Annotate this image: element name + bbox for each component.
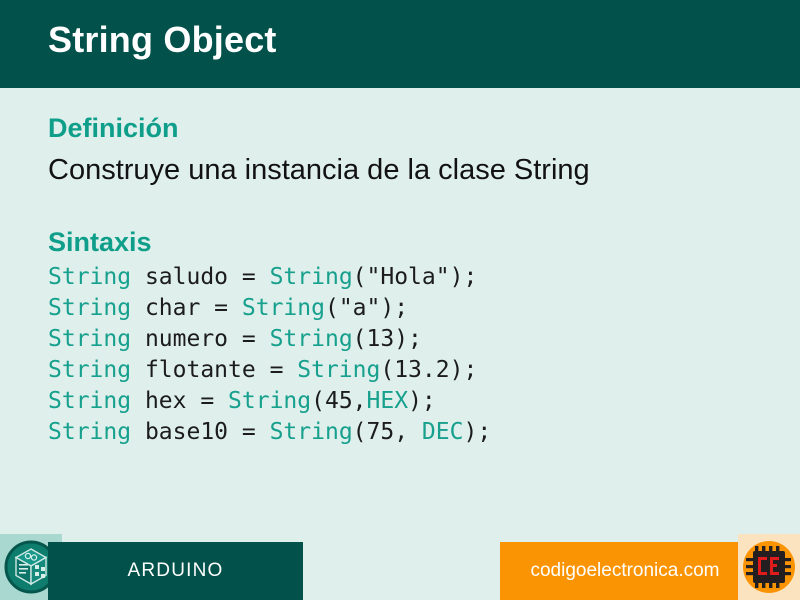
code-keyword: String xyxy=(228,388,312,414)
code-text: (45, xyxy=(311,388,367,414)
code-text: ); xyxy=(408,388,436,414)
code-text: numero = xyxy=(131,326,270,352)
code-keyword: String xyxy=(48,419,132,445)
arduino-footer-label: ARDUINO xyxy=(127,560,224,581)
code-keyword: String xyxy=(241,295,325,321)
code-line: String base10 = String(75, DEC); xyxy=(48,417,778,448)
code-text: ("a"); xyxy=(324,295,409,321)
code-keyword: String xyxy=(48,388,132,414)
syntax-heading: Sintaxis xyxy=(48,227,152,257)
slide-content: Definición Construye una instancia de la… xyxy=(48,110,778,448)
definition-heading: Definición xyxy=(48,113,179,143)
code-text: (13.2); xyxy=(380,357,478,383)
code-block: String saludo = String("Hola"); String ch… xyxy=(48,262,778,448)
code-line: String numero = String(13); xyxy=(48,324,778,355)
slide: String Object Definición Construye una i… xyxy=(0,0,800,600)
codigoelectronica-chip-logo-icon xyxy=(743,541,795,593)
code-line: String saludo = String("Hola"); xyxy=(48,262,778,293)
code-text: (13); xyxy=(352,326,422,352)
code-keyword: String xyxy=(269,419,353,445)
code-keyword: HEX xyxy=(366,388,409,414)
code-keyword: String xyxy=(48,357,132,383)
site-footer-label: codigoelectronica.com xyxy=(530,560,720,581)
definition-text: Construye una instancia de la clase Stri… xyxy=(48,154,590,186)
arduino-footer-bar: ARDUINO xyxy=(48,542,303,600)
code-line: String char = String("a"); xyxy=(48,293,778,324)
code-text: ); xyxy=(463,419,492,445)
code-text: base10 = xyxy=(131,419,270,445)
code-text: ("Hola"); xyxy=(352,264,478,290)
code-keyword: String xyxy=(48,295,132,321)
site-logo-badge xyxy=(738,534,800,600)
code-text: saludo = xyxy=(131,264,270,290)
site-footer-bar[interactable]: codigoelectronica.com xyxy=(500,542,750,600)
code-text: hex = xyxy=(131,388,229,414)
code-text: char = xyxy=(131,295,242,321)
code-keyword: String xyxy=(269,326,353,352)
code-keyword: String xyxy=(269,264,353,290)
code-text: (75, xyxy=(352,419,422,445)
code-line: String flotante = String(13.2); xyxy=(48,355,778,386)
code-keyword: String xyxy=(297,357,381,383)
code-text: flotante = xyxy=(131,357,298,383)
code-keyword: String xyxy=(48,326,132,352)
page-title: String Object xyxy=(48,19,277,60)
code-keyword: DEC xyxy=(421,419,464,445)
slide-header: String Object xyxy=(0,0,800,88)
code-keyword: String xyxy=(48,264,132,290)
code-line: String hex = String(45,HEX); xyxy=(48,386,778,417)
